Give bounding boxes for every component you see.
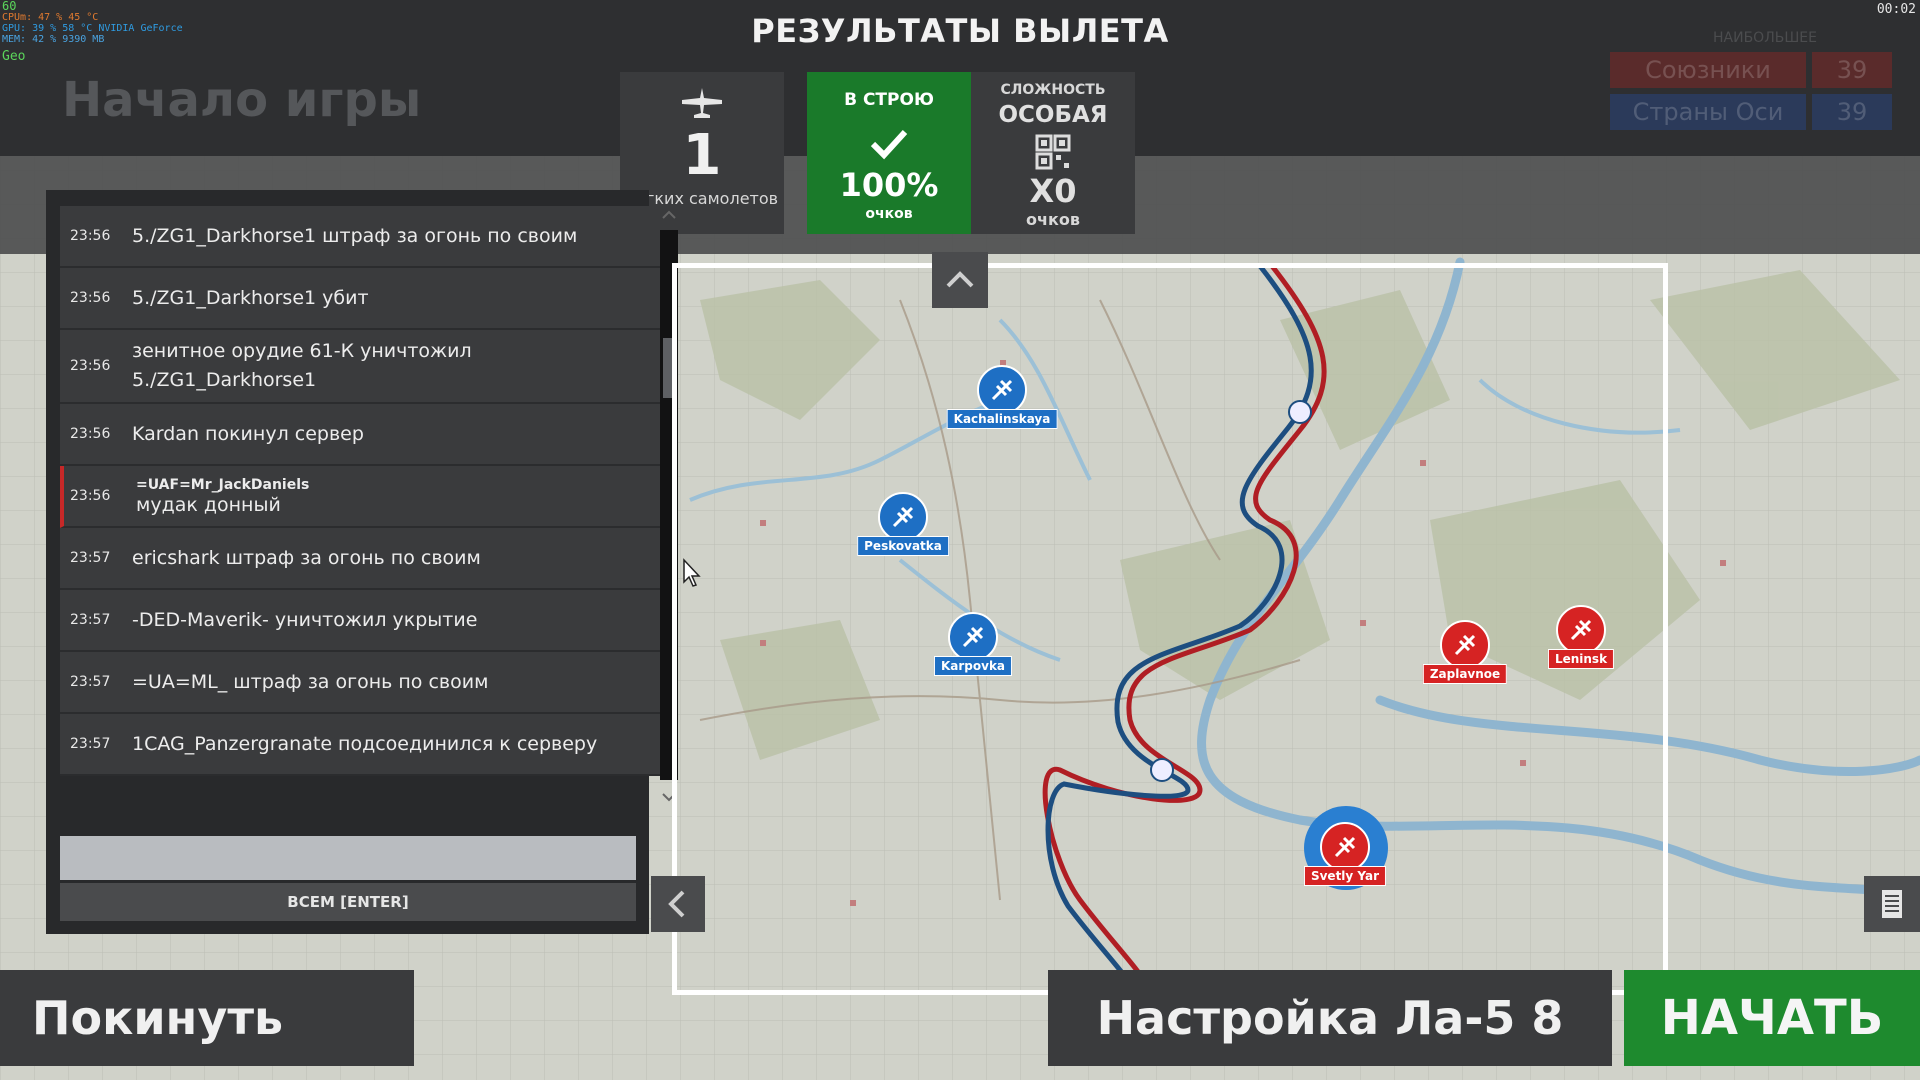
plane-setup-button[interactable]: Настройка Ла-5 8 серии	[1048, 970, 1612, 1066]
chat-message: 23:56 5./ZG1_Darkhorse1 убит	[60, 268, 662, 330]
chat-message: 23:56 5./ZG1_Darkhorse1 штраф за огонь по…	[60, 206, 662, 268]
airfield-label: Svetly Yar	[1303, 866, 1387, 886]
chat-message: 23:56 =UAF=Mr_JackDaniels мудак донный	[60, 466, 662, 528]
start-button[interactable]: НАЧАТЬ	[1624, 970, 1920, 1066]
briefing-button[interactable]	[1864, 876, 1920, 932]
chat-message-text: 1CAG_Panzergranate подсоединился к серве…	[132, 732, 598, 755]
chat-message-time: 23:56	[70, 358, 111, 374]
status-card: В СТРОЮ 100% очков	[807, 72, 971, 234]
planes-count: 1	[682, 123, 722, 188]
airplane-icon	[1454, 634, 1476, 656]
chevron-left-icon	[668, 890, 685, 918]
chat-input[interactable]	[60, 836, 636, 880]
chat-message-time: 23:57	[70, 550, 111, 566]
status-label: В СТРОЮ	[844, 90, 934, 110]
document-icon	[1882, 890, 1902, 918]
airfield-label: Karpovka	[933, 656, 1013, 676]
chat-message-time: 23:56	[70, 290, 111, 306]
airplane-icon	[962, 626, 984, 648]
chat-message: 23:57 1CAG_Panzergranate подсоединился к …	[60, 714, 662, 776]
difficulty-label: СЛОЖНОСТЬ	[1000, 82, 1106, 98]
leave-server-button[interactable]: Покинуть сервер	[0, 970, 414, 1066]
expand-chat-button[interactable]	[651, 876, 705, 932]
chevron-up-icon	[946, 271, 974, 288]
difficulty-card: СЛОЖНОСТЬ ОСОБАЯ X0 очков	[971, 72, 1135, 234]
team-name: Страны Оси	[1610, 94, 1806, 130]
plane-icon	[682, 88, 722, 118]
chat-send-all-button[interactable]: ВСЕМ [ENTER]	[60, 883, 636, 921]
airfield-pin[interactable]	[878, 492, 928, 542]
airplane-icon	[991, 379, 1013, 401]
chat-message-time: 23:56	[70, 426, 111, 442]
status-sub: очков	[865, 206, 913, 222]
airfield-pin[interactable]	[1320, 822, 1370, 872]
fps-counter: 60	[2, 0, 17, 13]
team-score: 39	[1812, 94, 1892, 130]
difficulty-level: ОСОБАЯ	[998, 102, 1108, 128]
team-name: Союзники	[1610, 52, 1806, 88]
airfield-pin[interactable]	[1556, 605, 1606, 655]
chat-message-time: 23:57	[70, 736, 111, 752]
airplane-icon	[1334, 836, 1356, 858]
mission-area-frame	[672, 263, 1668, 995]
airfield-pin[interactable]	[977, 365, 1027, 415]
chat-message: 23:57 =UA=ML_ штраф за огонь по своим	[60, 652, 662, 714]
difficulty-multiplier: X0	[1029, 172, 1077, 210]
airfield-label: Zaplavnoe	[1422, 664, 1508, 684]
chat-message: 23:56 зенитное орудие 61-К уничтожил 5./Z…	[60, 330, 662, 404]
chat-message-text: ericshark штраф за огонь по своим	[132, 546, 481, 569]
chat-message-time: 23:56	[70, 488, 111, 504]
chat-message-time: 23:57	[70, 674, 111, 690]
geo-label: Geo	[2, 49, 26, 64]
qr-icon	[1035, 134, 1071, 170]
chat-panel: 23:56 5./ZG1_Darkhorse1 штраф за огонь по…	[46, 190, 701, 934]
chevron-up-icon[interactable]	[660, 206, 678, 224]
team-score-row: Страны Оси 39	[1610, 94, 1910, 130]
team-score-header: НАИБОЛЬШЕЕ	[1713, 30, 1817, 46]
team-score: 39	[1812, 52, 1892, 88]
check-icon	[870, 129, 908, 160]
chat-message-text: 5./ZG1_Darkhorse1 убит	[132, 286, 369, 309]
airfield-label: Leninsk	[1547, 649, 1615, 669]
chat-message-list[interactable]: 23:56 5./ZG1_Darkhorse1 штраф за огонь по…	[60, 206, 662, 776]
team-score-row: Союзники 39	[1610, 52, 1910, 88]
chat-message: 23:57 -DED-Maverik- уничтожил укрытие	[60, 590, 662, 652]
chat-message: 23:57 ericshark штраф за огонь по своим	[60, 528, 662, 590]
chat-message-text: 5./ZG1_Darkhorse1 штраф за огонь по свои…	[132, 224, 578, 247]
status-value: 100%	[839, 166, 939, 204]
airplane-icon	[1570, 619, 1592, 641]
chat-message: 23:56 Kardan покинул сервер	[60, 404, 662, 466]
airplane-icon	[892, 506, 914, 528]
difficulty-sub: очков	[1026, 210, 1080, 229]
chat-message-text: -DED-Maverik- уничтожил укрытие	[132, 608, 478, 631]
chat-message-sender[interactable]: =UAF=Mr_JackDaniels	[136, 477, 654, 494]
chat-message-body: мудак донный	[136, 493, 281, 516]
airfield-pin[interactable]	[1440, 620, 1490, 670]
ghost-title: Начало игры	[62, 72, 422, 128]
chat-message-text: =UAF=Mr_JackDaniels мудак донный	[136, 477, 662, 516]
airfield-label: Peskovatka	[857, 536, 949, 556]
airfield-pin[interactable]	[948, 612, 998, 662]
chat-message-time: 23:57	[70, 612, 111, 628]
airfield-label: Kachalinskaya	[946, 409, 1058, 429]
chat-message-time: 23:56	[70, 228, 111, 244]
chat-message-text: =UA=ML_ штраф за огонь по своим	[132, 670, 489, 693]
collapse-panel-button[interactable]	[932, 252, 988, 308]
team-score-panel: НАИБОЛЬШЕЕ Союзники 39 Страны Оси 39	[1610, 30, 1910, 130]
chat-message-text: Kardan покинул сервер	[132, 422, 364, 445]
chat-message-text: зенитное орудие 61-К уничтожил 5./ZG1_Da…	[132, 340, 472, 391]
